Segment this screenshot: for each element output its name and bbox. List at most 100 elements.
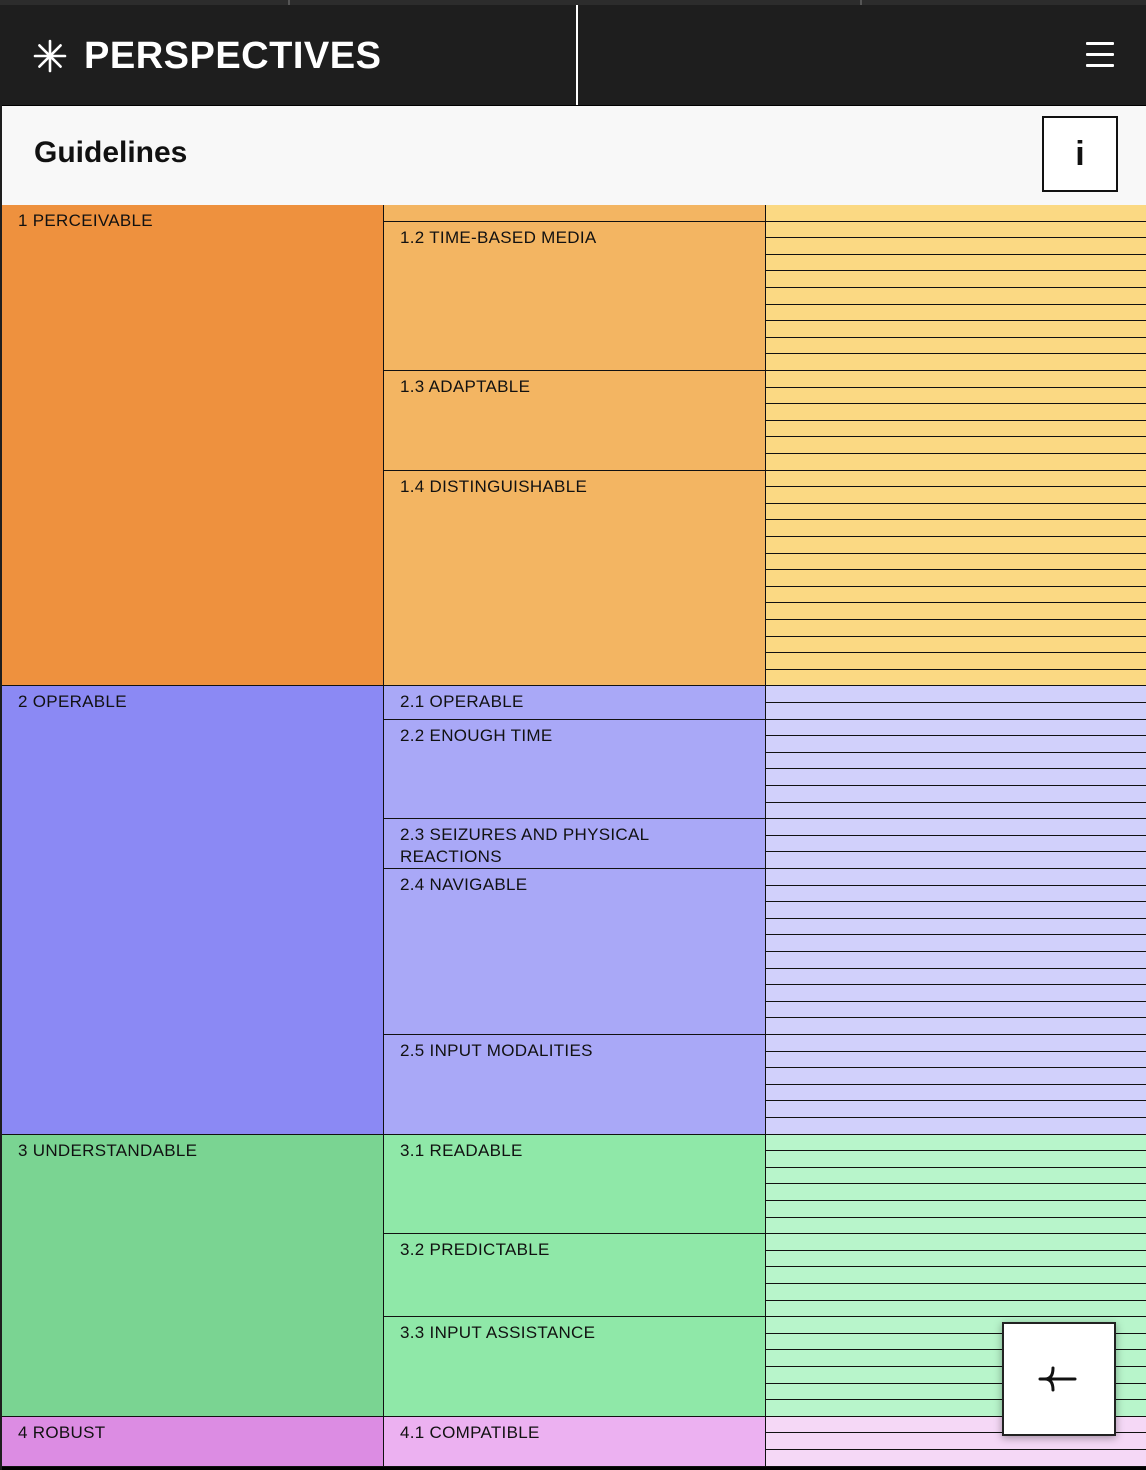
guidelines-treemap: 1.2 TIME-BASED MEDIA 1.3 ADAPTABLE 1.4 DIS… xyxy=(2,205,1146,1470)
menu-button[interactable] xyxy=(1078,35,1122,75)
criterion-strip[interactable] xyxy=(766,653,1146,670)
guideline-cell[interactable]: 3.2 PREDICTABLE xyxy=(384,1234,766,1318)
criterion-strip[interactable] xyxy=(766,1217,1146,1235)
criterion-strip[interactable] xyxy=(766,636,1146,654)
criterion-strip[interactable] xyxy=(766,304,1146,322)
criterion-strip[interactable] xyxy=(766,1250,1146,1268)
merge-arrow-left-icon xyxy=(1038,1366,1077,1392)
criterion-strip[interactable] xyxy=(766,271,1146,288)
guideline-label: 2.5 INPUT MODALITIES xyxy=(400,1041,593,1060)
criterion-strip[interactable] xyxy=(766,553,1146,571)
guideline-cell[interactable] xyxy=(384,205,766,222)
criterion-strip[interactable] xyxy=(766,503,1146,521)
criterion-strip[interactable] xyxy=(766,420,1146,438)
criterion-strip[interactable] xyxy=(766,520,1146,537)
criterion-strip[interactable] xyxy=(766,819,1146,836)
criterion-strip[interactable] xyxy=(766,321,1146,338)
principle-cell[interactable]: 2 OPERABLE xyxy=(2,686,384,1135)
criterion-strip[interactable] xyxy=(766,719,1146,737)
criterion-strip[interactable] xyxy=(766,404,1146,421)
guideline-cell[interactable]: 1.3 ADAPTABLE xyxy=(384,371,766,471)
criterion-strip[interactable] xyxy=(766,952,1146,969)
criterion-strip[interactable] xyxy=(766,221,1146,239)
criterion-strip[interactable] xyxy=(766,620,1146,637)
criterion-strip[interactable] xyxy=(766,238,1146,255)
principle-cell[interactable]: 1 PERCEIVABLE xyxy=(2,205,384,687)
criterion-strip[interactable] xyxy=(766,902,1146,919)
criterion-strip[interactable] xyxy=(766,437,1146,454)
criterion-strip[interactable] xyxy=(766,769,1146,786)
principle-label: 4 ROBUST xyxy=(18,1422,106,1442)
criterion-strip[interactable] xyxy=(766,1118,1146,1135)
criterion-strip[interactable] xyxy=(766,669,1146,687)
criterion-strip[interactable] xyxy=(766,968,1146,986)
asterisk-icon xyxy=(33,39,67,73)
guideline-cell[interactable]: 4.1 COMPATIBLE xyxy=(384,1416,766,1467)
criterion-strip[interactable] xyxy=(766,288,1146,305)
criterion-strip[interactable] xyxy=(766,835,1146,853)
collapse-button[interactable] xyxy=(1002,1322,1116,1436)
guideline-cell[interactable]: 2.2 ENOUGH TIME xyxy=(384,719,766,820)
guideline-cell[interactable]: 2.4 NAVIGABLE xyxy=(384,869,766,1035)
criterion-strip[interactable] xyxy=(766,802,1146,820)
guideline-cell[interactable]: 2.3 SEIZURES AND PHYSICAL REACTIONS xyxy=(384,819,766,869)
criterion-strip[interactable] xyxy=(766,470,1146,488)
criterion-strip[interactable] xyxy=(766,1068,1146,1085)
guideline-cell[interactable]: 2.5 INPUT MODALITIES xyxy=(384,1035,766,1135)
criterion-strip[interactable] xyxy=(766,1035,1146,1052)
criterion-strip[interactable] xyxy=(766,786,1146,803)
criterion-strip[interactable] xyxy=(766,703,1146,720)
criterion-strip[interactable] xyxy=(766,736,1146,753)
principle-cell[interactable]: 4 ROBUST xyxy=(2,1416,384,1467)
criterion-strip[interactable] xyxy=(766,371,1146,388)
criterion-strip[interactable] xyxy=(766,1284,1146,1301)
guideline-cell[interactable]: 1.4 DISTINGUISHABLE xyxy=(384,470,766,687)
guideline-label: 3.3 INPUT ASSISTANCE xyxy=(400,1323,596,1343)
criterion-strip[interactable] xyxy=(766,1018,1146,1035)
info-button[interactable]: i xyxy=(1042,116,1118,192)
criterion-strip[interactable] xyxy=(766,935,1146,952)
criterion-strip[interactable] xyxy=(766,1084,1146,1102)
guideline-label: 2.1 OPERABLE xyxy=(400,692,524,712)
guideline-cell[interactable]: 2.1 OPERABLE xyxy=(384,686,766,720)
criterion-strip[interactable] xyxy=(766,1201,1146,1218)
criterion-strip[interactable] xyxy=(766,387,1146,405)
criterion-strip[interactable] xyxy=(766,354,1146,371)
criterion-strip[interactable] xyxy=(766,454,1146,471)
criterion-strip[interactable] xyxy=(766,337,1146,355)
criterion-strip[interactable] xyxy=(766,985,1146,1002)
guideline-cell[interactable]: 3.3 INPUT ASSISTANCE xyxy=(384,1317,766,1417)
guideline-cell[interactable]: 1.2 TIME-BASED MEDIA xyxy=(384,221,766,371)
criterion-strip[interactable] xyxy=(766,1234,1146,1251)
guideline-cell[interactable]: 3.1 READABLE xyxy=(384,1134,766,1235)
principle-label: 3 UNDERSTANDABLE xyxy=(18,1140,198,1160)
criterion-strip[interactable] xyxy=(766,869,1146,886)
criterion-strip[interactable] xyxy=(766,918,1146,936)
criterion-strip[interactable] xyxy=(766,586,1146,604)
criterion-strip[interactable] xyxy=(766,1184,1146,1201)
criterion-strip[interactable] xyxy=(766,885,1146,903)
criterion-strip[interactable] xyxy=(766,1134,1146,1152)
criterion-strip[interactable] xyxy=(766,1151,1146,1168)
criterion-strip[interactable] xyxy=(766,487,1146,504)
criterion-strip[interactable] xyxy=(766,1300,1146,1318)
guideline-label: 1.2 TIME-BASED MEDIA xyxy=(400,227,597,247)
criterion-strip[interactable] xyxy=(766,537,1146,554)
criterion-strip[interactable] xyxy=(766,205,1146,222)
criterion-strip[interactable] xyxy=(766,686,1146,703)
criterion-strip[interactable] xyxy=(766,1101,1146,1118)
guideline-label: 3.1 READABLE xyxy=(400,1140,523,1160)
criterion-strip[interactable] xyxy=(766,603,1146,620)
principle-cell[interactable]: 3 UNDERSTANDABLE xyxy=(2,1134,384,1417)
criterion-strip[interactable] xyxy=(766,852,1146,869)
criterion-strip[interactable] xyxy=(766,1051,1146,1069)
criterion-strip[interactable] xyxy=(766,570,1146,587)
criterion-strip[interactable] xyxy=(766,1167,1146,1185)
criterion-strip[interactable] xyxy=(766,254,1146,272)
criterion-strip[interactable] xyxy=(766,1267,1146,1284)
criterion-strip[interactable] xyxy=(766,1001,1146,1019)
criterion-strip[interactable] xyxy=(766,1450,1146,1467)
brand[interactable]: PERSPECTIVES xyxy=(32,33,381,79)
criterion-strip[interactable] xyxy=(766,752,1146,770)
page-subheader: Guidelines i xyxy=(2,105,1146,205)
